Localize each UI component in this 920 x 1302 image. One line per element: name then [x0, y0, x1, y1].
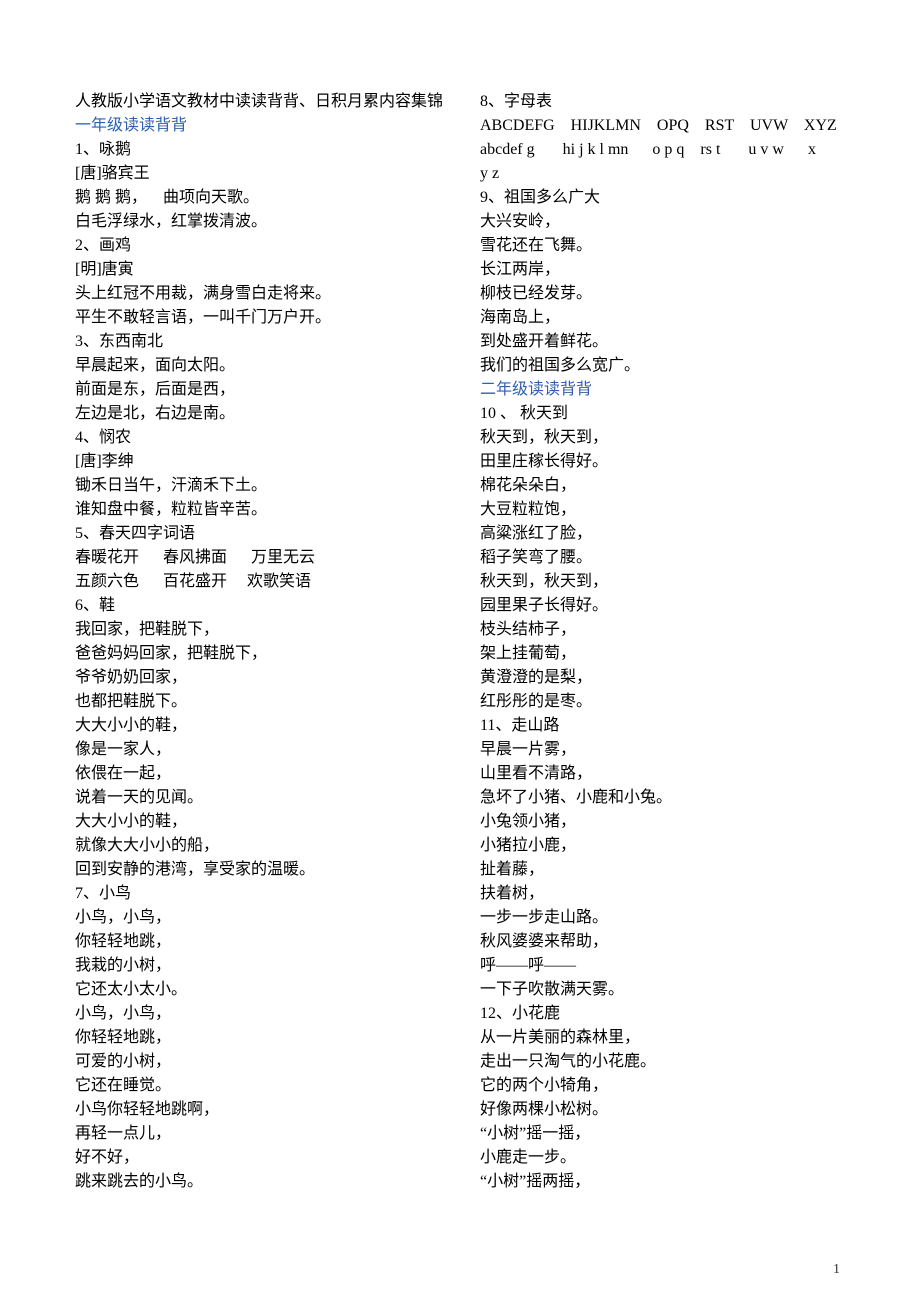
- text-line: 人教版小学语文教材中读读背背、日积月累内容集锦: [75, 90, 445, 114]
- text-line: 早晨起来，面向太阳。: [75, 354, 445, 378]
- text-line: 田里庄稼长得好。: [480, 450, 850, 474]
- text-line: 它还太小太小。: [75, 978, 445, 1002]
- text-line: 高粱涨红了脸，: [480, 522, 850, 546]
- text-line: 也都把鞋脱下。: [75, 690, 445, 714]
- text-line: 我回家，把鞋脱下，: [75, 618, 445, 642]
- text-line: ABCDEFG HIJKLMN OPQ RST UVW XYZ: [480, 114, 850, 138]
- text-line: [唐]骆宾王: [75, 162, 445, 186]
- text-line: 前面是东，后面是西，: [75, 378, 445, 402]
- document-page: 人教版小学语文教材中读读背背、日积月累内容集锦一年级读读背背1、咏鹅[唐]骆宾王…: [0, 0, 920, 1230]
- text-line: 枝头结柿子，: [480, 618, 850, 642]
- text-line: 跳来跳去的小鸟。: [75, 1170, 445, 1194]
- text-line: 一步一步走山路。: [480, 906, 850, 930]
- text-line: 回到安静的港湾，享受家的温暖。: [75, 858, 445, 882]
- text-line: 小鸟你轻轻地跳啊，: [75, 1098, 445, 1122]
- text-line: 好像两棵小松树。: [480, 1098, 850, 1122]
- text-line: 红彤彤的是枣。: [480, 690, 850, 714]
- text-line: 12、小花鹿: [480, 1002, 850, 1026]
- text-line: 11、走山路: [480, 714, 850, 738]
- text-line: 小鸟，小鸟，: [75, 1002, 445, 1026]
- text-line: 走出一只淘气的小花鹿。: [480, 1050, 850, 1074]
- text-line: 到处盛开着鲜花。: [480, 330, 850, 354]
- text-line: 大兴安岭，: [480, 210, 850, 234]
- text-line: 锄禾日当午，汗滴禾下土。: [75, 474, 445, 498]
- text-line: 好不好，: [75, 1146, 445, 1170]
- text-line: 棉花朵朵白，: [480, 474, 850, 498]
- text-line: 春暖花开 春风拂面 万里无云: [75, 546, 445, 570]
- text-line: 小鹿走一步。: [480, 1146, 850, 1170]
- text-line: 早晨一片雾，: [480, 738, 850, 762]
- text-line: 像是一家人，: [75, 738, 445, 762]
- text-line: 9、祖国多么广大: [480, 186, 850, 210]
- text-line: 鹅 鹅 鹅， 曲项向天歌。: [75, 186, 445, 210]
- text-line: 黄澄澄的是梨，: [480, 666, 850, 690]
- text-line: 五颜六色 百花盛开 欢歌笑语: [75, 570, 445, 594]
- text-line: 6、鞋: [75, 594, 445, 618]
- text-line: 2、画鸡: [75, 234, 445, 258]
- text-line: 大大小小的鞋，: [75, 714, 445, 738]
- text-line: 爸爸妈妈回家，把鞋脱下，: [75, 642, 445, 666]
- text-line: 大豆粒粒饱，: [480, 498, 850, 522]
- text-line: 海南岛上，: [480, 306, 850, 330]
- text-line: 8、字母表: [480, 90, 850, 114]
- text-line: 我栽的小树，: [75, 954, 445, 978]
- text-line: 园里果子长得好。: [480, 594, 850, 618]
- text-line: 长江两岸，: [480, 258, 850, 282]
- text-line: 再轻一点儿，: [75, 1122, 445, 1146]
- text-line: 稻子笑弯了腰。: [480, 546, 850, 570]
- text-line: 左边是北，右边是南。: [75, 402, 445, 426]
- text-line: 4、悯农: [75, 426, 445, 450]
- page-number: 1: [0, 1262, 920, 1278]
- text-line: 大大小小的鞋，: [75, 810, 445, 834]
- text-line: [唐]李绅: [75, 450, 445, 474]
- text-line: 架上挂葡萄，: [480, 642, 850, 666]
- text-line: 10 、 秋天到: [480, 402, 850, 426]
- text-line: 就像大大小小的船，: [75, 834, 445, 858]
- text-line: 1、咏鹅: [75, 138, 445, 162]
- text-line: 小兔领小猪，: [480, 810, 850, 834]
- text-line: 平生不敢轻言语，一叫千门万户开。: [75, 306, 445, 330]
- text-line: 它还在睡觉。: [75, 1074, 445, 1098]
- text-line: 一年级读读背背: [75, 114, 445, 138]
- text-line: 谁知盘中餐，粒粒皆辛苦。: [75, 498, 445, 522]
- text-line: 说着一天的见闻。: [75, 786, 445, 810]
- text-line: 我们的祖国多么宽广。: [480, 354, 850, 378]
- text-line: 头上红冠不用裁，满身雪白走将来。: [75, 282, 445, 306]
- text-line: 小猪拉小鹿，: [480, 834, 850, 858]
- text-line: abcdef g hi j k l mn o p q rs t u v w x: [480, 138, 850, 162]
- text-line: “小树”摇两摇，: [480, 1170, 850, 1194]
- text-line: 它的两个小犄角，: [480, 1074, 850, 1098]
- text-line: 秋风婆婆来帮助，: [480, 930, 850, 954]
- text-line: 5、春天四字词语: [75, 522, 445, 546]
- text-line: 一下子吹散满天雾。: [480, 978, 850, 1002]
- text-line: y z: [480, 162, 850, 186]
- text-line: 呼——呼——: [480, 954, 850, 978]
- text-line: 爷爷奶奶回家，: [75, 666, 445, 690]
- text-line: 白毛浮绿水，红掌拨清波。: [75, 210, 445, 234]
- text-line: 山里看不清路，: [480, 762, 850, 786]
- text-line: 小鸟，小鸟，: [75, 906, 445, 930]
- text-line: 急坏了小猪、小鹿和小兔。: [480, 786, 850, 810]
- text-line: 从一片美丽的森林里，: [480, 1026, 850, 1050]
- text-line: 你轻轻地跳，: [75, 930, 445, 954]
- text-line: 3、东西南北: [75, 330, 445, 354]
- text-line: 雪花还在飞舞。: [480, 234, 850, 258]
- text-line: 你轻轻地跳，: [75, 1026, 445, 1050]
- text-line: “小树”摇一摇，: [480, 1122, 850, 1146]
- text-line: 依偎在一起，: [75, 762, 445, 786]
- text-line: 柳枝已经发芽。: [480, 282, 850, 306]
- text-line: 扶着树，: [480, 882, 850, 906]
- text-line: 扯着藤，: [480, 858, 850, 882]
- text-line: 秋天到，秋天到，: [480, 570, 850, 594]
- text-line: 7、小鸟: [75, 882, 445, 906]
- text-line: [明]唐寅: [75, 258, 445, 282]
- text-line: 秋天到，秋天到，: [480, 426, 850, 450]
- text-line: 可爱的小树，: [75, 1050, 445, 1074]
- text-line: 二年级读读背背: [480, 378, 850, 402]
